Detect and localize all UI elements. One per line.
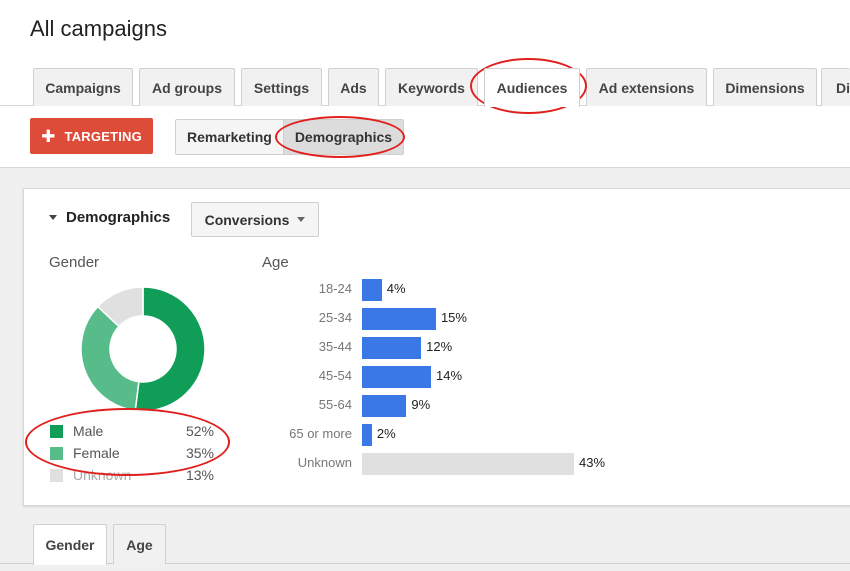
audience-toolbar: ✚ TARGETING Remarketing Demographics [0, 106, 850, 168]
tab-campaigns[interactable]: Campaigns [33, 68, 133, 106]
age-row-25-34: 25-34 15% [264, 308, 624, 330]
age-label-55-64: 55-64 [318, 397, 352, 412]
age-bar-18-24 [362, 279, 382, 301]
age-value-45-54: 14% [436, 368, 463, 383]
page-title: All campaigns [30, 16, 167, 41]
age-bar-35-44 [362, 337, 422, 359]
legend-value-female: 35% [185, 445, 214, 461]
metric-dropdown[interactable]: Conversions [191, 202, 319, 237]
segment-demographics[interactable]: Demographics [282, 120, 404, 154]
legend-label-male: Male [73, 423, 104, 439]
audience-segment-toggle: Remarketing Demographics [175, 119, 405, 155]
age-label-35-44: 35-44 [318, 339, 352, 354]
tab-age[interactable]: Age [113, 524, 166, 564]
age-bar-55-64 [362, 395, 407, 417]
tab-more-truncated[interactable]: Di [821, 68, 850, 106]
tab-ad-groups[interactable]: Ad groups [139, 68, 235, 106]
legend-label-female: Female [73, 445, 120, 461]
gender-legend: Male 52% Female 35% Unknown 13% [49, 422, 214, 488]
donut-slice-male [134, 287, 205, 411]
age-label-18-24: 18-24 [318, 281, 352, 296]
tab-settings[interactable]: Settings [241, 68, 322, 106]
gender-title: Gender [49, 254, 100, 271]
age-bar-unknown [362, 453, 574, 475]
legend-swatch-male [50, 425, 63, 438]
age-row-55-64: 55-64 9% [264, 395, 624, 417]
demographics-collapse-toggle[interactable]: Demographics [49, 209, 170, 226]
age-value-55-64: 9% [411, 397, 431, 412]
segment-remarketing[interactable]: Remarketing [176, 120, 283, 154]
tab-keywords[interactable]: Keywords [385, 68, 478, 106]
tab-ads[interactable]: Ads [328, 68, 379, 106]
caret-down-icon [297, 217, 306, 222]
age-value-unknown: 43% [579, 455, 606, 470]
main-tab-bar: Campaigns Ad groups Settings Ads Keyword… [0, 68, 850, 107]
age-bar-25-34 [362, 308, 436, 330]
metric-dropdown-label: Conversions [204, 211, 290, 228]
age-row-45-54: 45-54 14% [264, 366, 624, 388]
donut-slice-female [81, 305, 140, 411]
targeting-button-label: TARGETING [64, 128, 142, 144]
legend-item-female: Female 35% [49, 444, 214, 466]
tab-audiences[interactable]: Audiences [484, 68, 580, 107]
age-label-unknown: Unknown [297, 455, 352, 470]
legend-swatch-female [50, 447, 63, 460]
tab-dimensions[interactable]: Dimensions [713, 68, 817, 106]
age-value-18-24: 4% [386, 281, 406, 296]
age-row-35-44: 35-44 12% [264, 337, 624, 359]
legend-item-male: Male 52% [49, 422, 214, 444]
age-title: Age [262, 254, 289, 271]
age-row-unknown: Unknown 43% [264, 453, 624, 475]
tab-ad-extensions[interactable]: Ad extensions [586, 68, 707, 106]
legend-value-unknown: 13% [185, 467, 214, 483]
card-title: Demographics [66, 209, 171, 226]
legend-swatch-unknown [50, 469, 63, 482]
legend-value-male: 52% [185, 423, 214, 439]
triangle-down-icon [49, 215, 57, 220]
legend-item-unknown: Unknown 13% [49, 466, 214, 488]
age-value-25-34: 15% [440, 310, 467, 325]
age-label-65-or-more: 65 or more [289, 426, 352, 441]
legend-label-unknown: Unknown [73, 467, 132, 483]
breakdown-tab-bar: Gender Age [0, 524, 850, 565]
age-value-35-44: 12% [426, 339, 453, 354]
demographics-card: Demographics Conversions Gender Age Male… [23, 188, 850, 506]
age-row-18-24: 18-24 4% [264, 279, 624, 301]
age-row-65-or-more: 65 or more 2% [264, 424, 624, 446]
age-bar-45-54 [362, 366, 432, 388]
gender-donut-chart [81, 287, 205, 411]
add-targeting-button[interactable]: ✚ TARGETING [30, 118, 153, 154]
plus-icon: ✚ [41, 126, 56, 146]
age-bar-65-or-more [362, 424, 372, 446]
age-value-65-or-more: 2% [376, 426, 396, 441]
age-label-45-54: 45-54 [318, 368, 352, 383]
tab-gender[interactable]: Gender [33, 524, 107, 565]
age-label-25-34: 25-34 [318, 310, 352, 325]
